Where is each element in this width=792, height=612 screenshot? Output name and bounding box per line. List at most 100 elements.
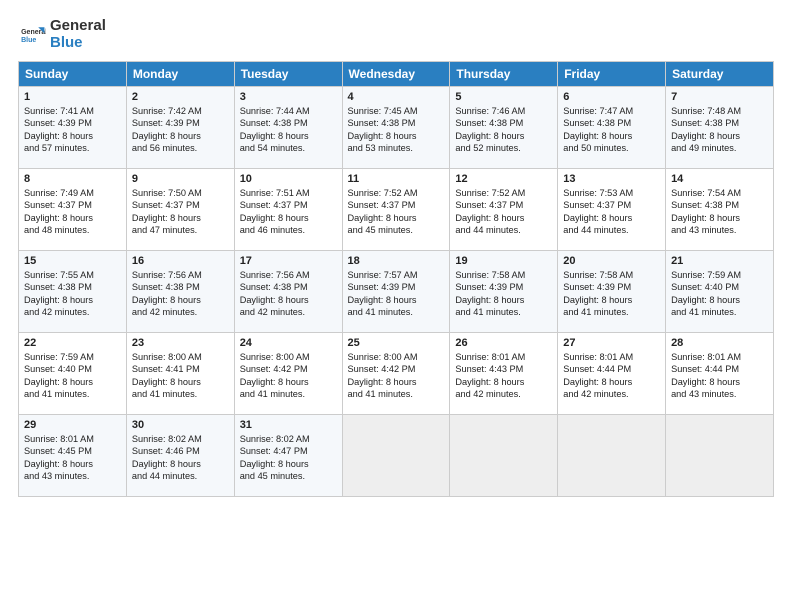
calendar-cell: 12Sunrise: 7:52 AMSunset: 4:37 PMDayligh… xyxy=(450,169,558,251)
day-info-line: and 43 minutes. xyxy=(24,470,121,482)
logo-text: GeneralBlue xyxy=(50,18,106,51)
day-info-line: Sunset: 4:39 PM xyxy=(455,281,552,293)
day-info-line: Daylight: 8 hours xyxy=(24,130,121,142)
calendar-cell: 10Sunrise: 7:51 AMSunset: 4:37 PMDayligh… xyxy=(234,169,342,251)
day-number: 23 xyxy=(132,337,229,349)
day-number: 10 xyxy=(240,173,337,185)
day-info-line: Sunrise: 8:02 AM xyxy=(132,433,229,445)
day-number: 16 xyxy=(132,255,229,267)
day-info-line: and 44 minutes. xyxy=(455,224,552,236)
day-info-line: Sunrise: 7:51 AM xyxy=(240,187,337,199)
day-info-line: Daylight: 8 hours xyxy=(348,294,445,306)
day-number: 8 xyxy=(24,173,121,185)
day-number: 14 xyxy=(671,173,768,185)
day-info-line: Sunrise: 7:44 AM xyxy=(240,105,337,117)
day-info-line: and 52 minutes. xyxy=(455,142,552,154)
day-info-line: Daylight: 8 hours xyxy=(455,294,552,306)
day-info-line: Sunset: 4:41 PM xyxy=(132,363,229,375)
day-info-line: and 48 minutes. xyxy=(24,224,121,236)
day-info-line: and 42 minutes. xyxy=(455,388,552,400)
calendar-cell: 18Sunrise: 7:57 AMSunset: 4:39 PMDayligh… xyxy=(342,251,450,333)
day-info-line: Daylight: 8 hours xyxy=(348,212,445,224)
day-info-line: Daylight: 8 hours xyxy=(24,212,121,224)
day-info-line: Daylight: 8 hours xyxy=(455,376,552,388)
day-info-line: Sunrise: 7:53 AM xyxy=(563,187,660,199)
day-info-line: Daylight: 8 hours xyxy=(24,458,121,470)
day-header-wednesday: Wednesday xyxy=(342,62,450,87)
day-number: 26 xyxy=(455,337,552,349)
day-number: 4 xyxy=(348,91,445,103)
day-info-line: Sunrise: 7:47 AM xyxy=(563,105,660,117)
calendar-cell: 16Sunrise: 7:56 AMSunset: 4:38 PMDayligh… xyxy=(126,251,234,333)
day-number: 24 xyxy=(240,337,337,349)
calendar-cell: 15Sunrise: 7:55 AMSunset: 4:38 PMDayligh… xyxy=(19,251,127,333)
day-info-line: Sunrise: 7:56 AM xyxy=(240,269,337,281)
day-info-line: Sunset: 4:37 PM xyxy=(240,199,337,211)
day-info-line: Daylight: 8 hours xyxy=(132,376,229,388)
day-header-thursday: Thursday xyxy=(450,62,558,87)
calendar-cell: 25Sunrise: 8:00 AMSunset: 4:42 PMDayligh… xyxy=(342,333,450,415)
calendar-cell: 11Sunrise: 7:52 AMSunset: 4:37 PMDayligh… xyxy=(342,169,450,251)
calendar-cell: 1Sunrise: 7:41 AMSunset: 4:39 PMDaylight… xyxy=(19,87,127,169)
day-info-line: Sunset: 4:37 PM xyxy=(24,199,121,211)
calendar-cell: 30Sunrise: 8:02 AMSunset: 4:46 PMDayligh… xyxy=(126,415,234,497)
day-info-line: Daylight: 8 hours xyxy=(240,294,337,306)
day-info-line: and 46 minutes. xyxy=(240,224,337,236)
day-info-line: Daylight: 8 hours xyxy=(132,294,229,306)
calendar-cell: 21Sunrise: 7:59 AMSunset: 4:40 PMDayligh… xyxy=(666,251,774,333)
day-info-line: Sunset: 4:40 PM xyxy=(671,281,768,293)
calendar-cell: 29Sunrise: 8:01 AMSunset: 4:45 PMDayligh… xyxy=(19,415,127,497)
day-number: 29 xyxy=(24,419,121,431)
calendar-cell: 6Sunrise: 7:47 AMSunset: 4:38 PMDaylight… xyxy=(558,87,666,169)
day-number: 18 xyxy=(348,255,445,267)
day-number: 20 xyxy=(563,255,660,267)
day-info-line: and 41 minutes. xyxy=(671,306,768,318)
calendar-cell: 26Sunrise: 8:01 AMSunset: 4:43 PMDayligh… xyxy=(450,333,558,415)
day-info-line: Sunrise: 7:54 AM xyxy=(671,187,768,199)
day-info-line: Sunset: 4:38 PM xyxy=(24,281,121,293)
day-info-line: Daylight: 8 hours xyxy=(563,212,660,224)
day-number: 2 xyxy=(132,91,229,103)
day-info-line: Sunrise: 7:45 AM xyxy=(348,105,445,117)
day-info-line: Sunset: 4:44 PM xyxy=(671,363,768,375)
header-row: SundayMondayTuesdayWednesdayThursdayFrid… xyxy=(19,62,774,87)
day-info-line: Daylight: 8 hours xyxy=(563,130,660,142)
day-number: 7 xyxy=(671,91,768,103)
day-info-line: Daylight: 8 hours xyxy=(240,376,337,388)
day-info-line: Sunrise: 8:02 AM xyxy=(240,433,337,445)
day-info-line: Sunrise: 8:01 AM xyxy=(455,351,552,363)
day-header-sunday: Sunday xyxy=(19,62,127,87)
day-number: 28 xyxy=(671,337,768,349)
day-info-line: Daylight: 8 hours xyxy=(455,130,552,142)
day-info-line: Sunset: 4:47 PM xyxy=(240,445,337,457)
day-info-line: and 43 minutes. xyxy=(671,388,768,400)
day-info-line: Sunset: 4:44 PM xyxy=(563,363,660,375)
day-info-line: Sunset: 4:38 PM xyxy=(455,117,552,129)
day-info-line: Sunrise: 7:48 AM xyxy=(671,105,768,117)
day-info-line: Sunset: 4:40 PM xyxy=(24,363,121,375)
day-header-monday: Monday xyxy=(126,62,234,87)
day-info-line: Sunset: 4:39 PM xyxy=(563,281,660,293)
calendar-cell: 27Sunrise: 8:01 AMSunset: 4:44 PMDayligh… xyxy=(558,333,666,415)
day-info-line: Sunrise: 7:42 AM xyxy=(132,105,229,117)
day-info-line: and 47 minutes. xyxy=(132,224,229,236)
day-info-line: and 54 minutes. xyxy=(240,142,337,154)
day-info-line: Sunset: 4:38 PM xyxy=(240,117,337,129)
day-number: 19 xyxy=(455,255,552,267)
day-number: 12 xyxy=(455,173,552,185)
day-info-line: Sunset: 4:38 PM xyxy=(132,281,229,293)
day-info-line: Daylight: 8 hours xyxy=(132,458,229,470)
day-number: 22 xyxy=(24,337,121,349)
day-number: 25 xyxy=(348,337,445,349)
day-info-line: Daylight: 8 hours xyxy=(348,130,445,142)
day-info-line: Sunrise: 7:59 AM xyxy=(24,351,121,363)
day-info-line: and 41 minutes. xyxy=(132,388,229,400)
day-info-line: and 41 minutes. xyxy=(348,388,445,400)
day-info-line: and 42 minutes. xyxy=(240,306,337,318)
day-info-line: Sunrise: 8:01 AM xyxy=(671,351,768,363)
day-info-line: Daylight: 8 hours xyxy=(563,294,660,306)
calendar-cell: 8 Sunrise: 7:49 AMSunset: 4:37 PMDaylight… xyxy=(19,169,127,251)
day-info-line: Sunrise: 7:49 AM xyxy=(24,187,121,199)
day-info-line: and 42 minutes. xyxy=(132,306,229,318)
day-info-line: Sunset: 4:39 PM xyxy=(132,117,229,129)
